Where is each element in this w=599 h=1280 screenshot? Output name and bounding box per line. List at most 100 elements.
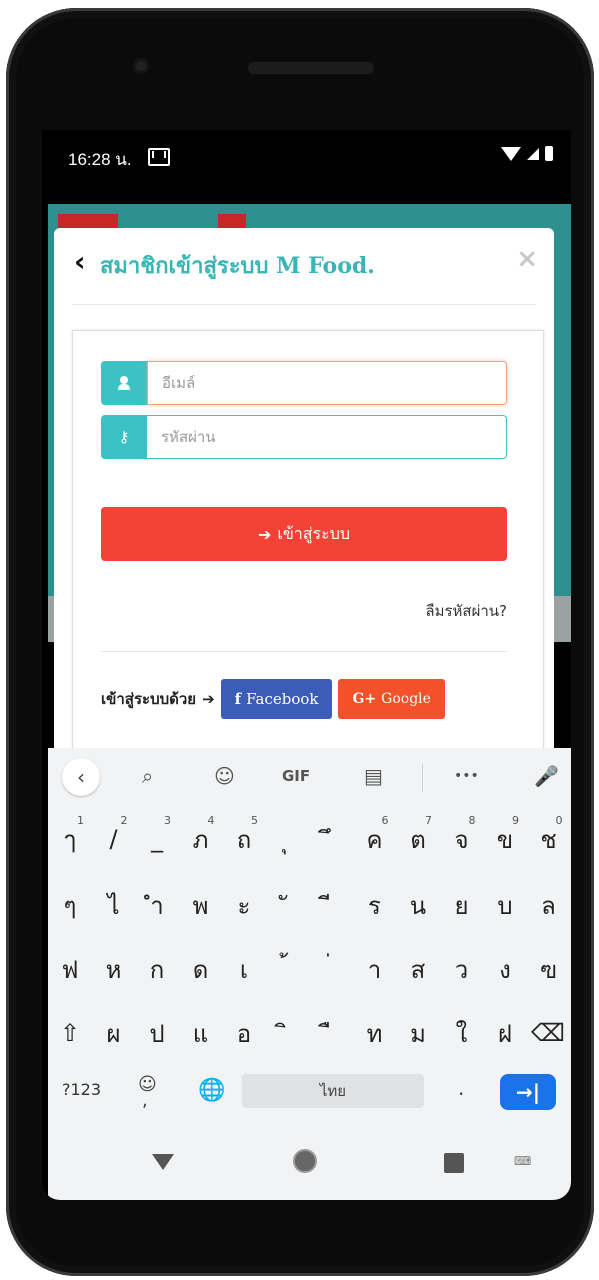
key[interactable]: ่ (309, 940, 353, 998)
key-label: ง (499, 955, 511, 984)
globe-icon[interactable]: 🌐 (198, 1078, 225, 1103)
key[interactable]: ฃ (527, 940, 571, 998)
key-number-hint: 8 (468, 814, 476, 827)
key[interactable]: ป (135, 1004, 179, 1062)
key-row-4: ⇧ ⌫ ผปแอิื ทมใฝ (48, 1004, 571, 1064)
key-label: ม (410, 1019, 426, 1048)
forgot-password-link[interactable]: ลืมรหัสผ่าน? (425, 599, 507, 623)
key[interactable]: ั (266, 876, 310, 934)
google-login-button[interactable]: G+ Google (338, 679, 445, 719)
key-label: ป (149, 1019, 165, 1048)
wifi-icon (501, 146, 521, 161)
symbols-key[interactable]: ?123 (62, 1080, 101, 1099)
key[interactable]: ง (483, 940, 527, 998)
key[interactable]: ้ (266, 940, 310, 998)
close-icon[interactable]: × (516, 244, 538, 274)
key[interactable]: อ (222, 1004, 266, 1062)
key[interactable]: ย (440, 876, 484, 934)
key[interactable]: น (396, 876, 440, 934)
email-field[interactable]: อีเมล์ (147, 361, 507, 405)
key[interactable]: พ (179, 876, 223, 934)
keyboard-switch-icon[interactable]: ⌨ (514, 1154, 531, 1168)
password-field[interactable]: รหัสผ่าน (147, 415, 507, 459)
status-bar: 16:28 น. (42, 130, 571, 204)
key-label: ๅ (64, 825, 76, 854)
key[interactable]: ม (396, 1004, 440, 1062)
key[interactable]: ต7 (396, 810, 440, 868)
key[interactable]: ช0 (527, 810, 571, 868)
key-label: ค (366, 825, 383, 854)
google-button-label: Google (381, 691, 431, 707)
modal-divider (72, 304, 536, 305)
nav-back-icon[interactable] (152, 1154, 174, 1170)
space-key[interactable]: ไทย (242, 1074, 424, 1108)
nav-home-icon[interactable] (295, 1151, 315, 1171)
key-number-hint: 9 (512, 814, 519, 827)
key[interactable]: ุ (266, 810, 310, 868)
gif-button[interactable]: GIF (282, 767, 310, 785)
key[interactable]: ผ (92, 1004, 136, 1062)
key[interactable]: ท (353, 1004, 397, 1062)
key[interactable]: ว (440, 940, 484, 998)
key-label: ภ (192, 825, 209, 854)
key[interactable]: /2 (92, 810, 136, 868)
gmail-notification-icon (148, 148, 170, 166)
key[interactable]: ด (179, 940, 223, 998)
key-label: ะ (237, 891, 251, 920)
key[interactable]: า (353, 940, 397, 998)
key[interactable]: ร (353, 876, 397, 934)
key[interactable]: บ (483, 876, 527, 934)
period-key[interactable]: . (458, 1076, 464, 1100)
key-row-2: ๆ ไ ำพะัี รนยบล (48, 876, 571, 936)
key[interactable]: ิ (266, 1004, 310, 1062)
key[interactable]: ึ (309, 810, 353, 868)
key[interactable]: จ8 (440, 810, 484, 868)
key-label: ล (541, 891, 556, 920)
key-label: ใ (455, 1019, 468, 1048)
key[interactable]: แ (179, 1004, 223, 1062)
key[interactable]: ข9 (483, 810, 527, 868)
search-icon[interactable]: ⌕ (142, 764, 153, 788)
key[interactable]: _ 3 (135, 810, 179, 868)
key[interactable]: ใ (440, 1004, 484, 1062)
login-modal: ‹ สมาชิกเข้าสู่ระบบ M Food. × อีเมล์ ⚷ ร… (54, 228, 554, 751)
key[interactable]: ภ4 (179, 810, 223, 868)
key[interactable]: ไ (92, 876, 136, 934)
key[interactable]: ี (309, 876, 353, 934)
key[interactable]: ส (396, 940, 440, 998)
key-label: า (367, 955, 382, 984)
front-camera (133, 58, 149, 74)
key[interactable]: ฝ (483, 1004, 527, 1062)
clipboard-icon[interactable]: ▤ (364, 764, 383, 788)
key[interactable]: ห (92, 940, 136, 998)
mic-icon[interactable]: 🎤 (534, 764, 559, 788)
back-chevron-icon[interactable]: ‹ (74, 248, 86, 276)
key[interactable]: ถ5 (222, 810, 266, 868)
key[interactable]: ฟ (48, 940, 92, 998)
key[interactable]: ๅ1 (48, 810, 92, 868)
key-label: ฟ (61, 955, 79, 984)
key[interactable]: ค6 (353, 810, 397, 868)
key[interactable]: ล (527, 876, 571, 934)
key[interactable]: ๆ (48, 876, 92, 934)
shift-key[interactable]: ⇧ (48, 1004, 92, 1062)
key[interactable]: ะ (222, 876, 266, 934)
key[interactable]: เ (222, 940, 266, 998)
key-label: ด (192, 955, 209, 984)
key[interactable]: ก (135, 940, 179, 998)
enter-key[interactable]: →| (500, 1074, 556, 1110)
backspace-key[interactable]: ⌫ (526, 1004, 570, 1062)
key-label: ผ (106, 1019, 121, 1048)
key[interactable]: ื (309, 1004, 353, 1062)
key-label: แ (192, 1019, 209, 1048)
keyboard-back-icon[interactable]: ‹ (62, 758, 100, 796)
comma-key[interactable]: , (142, 1090, 148, 1111)
key[interactable]: ำ (135, 876, 179, 934)
facebook-login-button[interactable]: f Facebook (220, 679, 333, 719)
nav-recents-icon[interactable] (444, 1153, 464, 1173)
toolbar-separator (422, 764, 423, 792)
sticker-icon[interactable]: ☺ (214, 764, 235, 788)
login-button[interactable]: ➔ เข้าสู่ระบบ (101, 507, 507, 561)
key-label: ฃ (540, 955, 557, 984)
more-icon[interactable]: ••• (454, 768, 479, 784)
